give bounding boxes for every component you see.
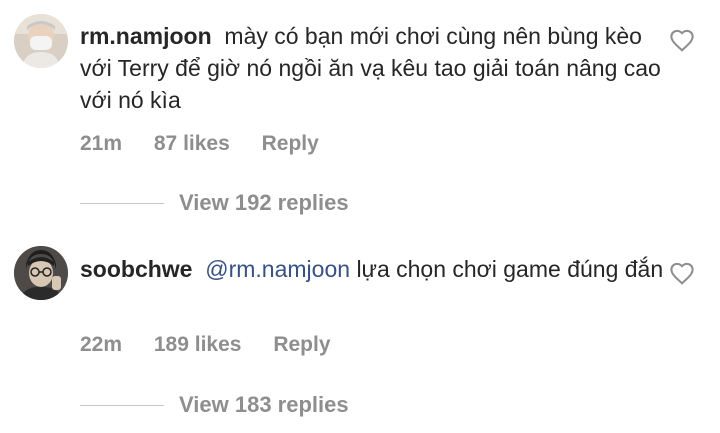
view-replies-label: View 183 replies [179, 392, 349, 417]
avatar[interactable] [14, 14, 68, 68]
reply-button[interactable]: Reply [262, 132, 319, 156]
comment-item: soobchwe @rm.namjoon lựa chọn chơi game … [0, 225, 720, 433]
view-replies-button[interactable]: View 192 replies [80, 190, 349, 216]
comment-time: 22m [80, 333, 123, 356]
heart-outline-icon[interactable] [669, 28, 695, 52]
comment-item: rm.namjoon mày có bạn mới chơi cùng nên … [0, 0, 720, 225]
mention-link[interactable]: @rm.namjoon [205, 256, 350, 282]
view-replies-label: View 192 replies [179, 190, 349, 215]
replies-divider [80, 202, 164, 204]
comment-username[interactable]: rm.namjoon [80, 23, 212, 49]
view-replies-button[interactable]: View 183 replies [80, 392, 349, 418]
comment-time: 21m [80, 132, 123, 155]
comment-body: lựa chọn chơi game đúng đắn [356, 256, 664, 282]
heart-outline-icon[interactable] [669, 261, 695, 285]
comment-text: soobchwe @rm.namjoon lựa chọn chơi game … [80, 253, 670, 285]
comment-meta: 21m 87 likes Reply [80, 132, 319, 156]
likes-count[interactable]: 87 likes [154, 132, 230, 156]
reply-button[interactable]: Reply [273, 333, 330, 357]
likes-count[interactable]: 189 likes [154, 333, 242, 357]
comment-text: rm.namjoon mày có bạn mới chơi cùng nên … [80, 20, 670, 116]
comment-username[interactable]: soobchwe [80, 256, 192, 282]
replies-divider [80, 404, 164, 406]
avatar[interactable] [14, 246, 68, 300]
comment-meta: 22m 189 likes Reply [80, 333, 331, 357]
